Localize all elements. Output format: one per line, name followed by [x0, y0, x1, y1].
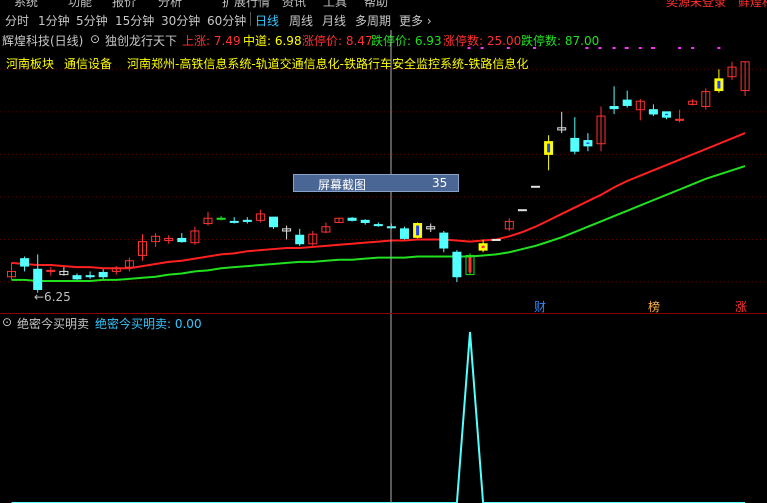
candle-body	[295, 234, 305, 245]
limit-mark	[598, 47, 602, 49]
candle-body	[491, 238, 501, 241]
candle-body	[400, 228, 409, 239]
limit-mark	[612, 47, 616, 49]
indicator-panel-name[interactable]: 绝密今买明卖	[17, 315, 89, 332]
candle-signal	[547, 143, 551, 153]
limit-mark	[480, 47, 484, 49]
moving-averages	[11, 132, 746, 282]
indicator-line	[11, 331, 746, 503]
panel-divider[interactable]	[0, 313, 767, 314]
screenshot-count: 35	[432, 176, 448, 190]
candle-signal	[586, 142, 590, 144]
candle-body	[531, 185, 540, 188]
indicator-series-value: 绝密今买明卖: 0.00	[95, 317, 202, 331]
candle-body	[229, 220, 239, 223]
limit-mark	[638, 47, 642, 49]
candle-body	[98, 271, 108, 278]
candle-body	[20, 258, 30, 267]
candle-body	[33, 268, 43, 290]
candlestick-chart[interactable]	[0, 0, 767, 503]
candle-body	[216, 217, 226, 220]
candle-body	[177, 237, 187, 243]
candle-body	[360, 219, 370, 223]
limit-mark	[691, 47, 695, 49]
candle-body	[373, 224, 383, 227]
candle-signal	[468, 257, 472, 273]
candle-signal	[717, 80, 721, 89]
limit-mark	[717, 47, 721, 49]
candle-body	[609, 106, 619, 110]
indicator-chart	[11, 331, 746, 503]
low-price-label: ←6.25	[34, 290, 71, 304]
candle-body	[269, 216, 278, 228]
screenshot-label: 屏幕截图	[318, 178, 367, 192]
candle-body	[85, 275, 95, 278]
candle-body	[648, 109, 658, 115]
candle-body	[452, 251, 462, 278]
candle-body	[439, 232, 449, 249]
candle-body	[570, 137, 580, 152]
limit-mark	[467, 47, 471, 49]
limit-mark	[651, 47, 655, 49]
limit-mark	[506, 47, 510, 49]
candle-body	[622, 99, 632, 106]
candle-signal	[665, 113, 668, 116]
candle-signal	[416, 225, 420, 236]
ma-fast-line	[11, 132, 746, 270]
limit-mark	[533, 47, 536, 49]
limit-mark	[678, 47, 682, 49]
indicator-collapse-icon[interactable]: ⊙	[2, 315, 12, 329]
limit-mark	[585, 47, 589, 49]
limit-up-marks	[467, 47, 721, 49]
candle-body	[347, 217, 357, 221]
screenshot-tip[interactable]: 屏幕截图 35	[293, 174, 459, 192]
candle-signal	[481, 245, 485, 249]
candle-body	[72, 275, 82, 280]
candle-body	[517, 209, 527, 212]
limit-mark	[625, 47, 629, 49]
candle-body	[242, 219, 252, 222]
